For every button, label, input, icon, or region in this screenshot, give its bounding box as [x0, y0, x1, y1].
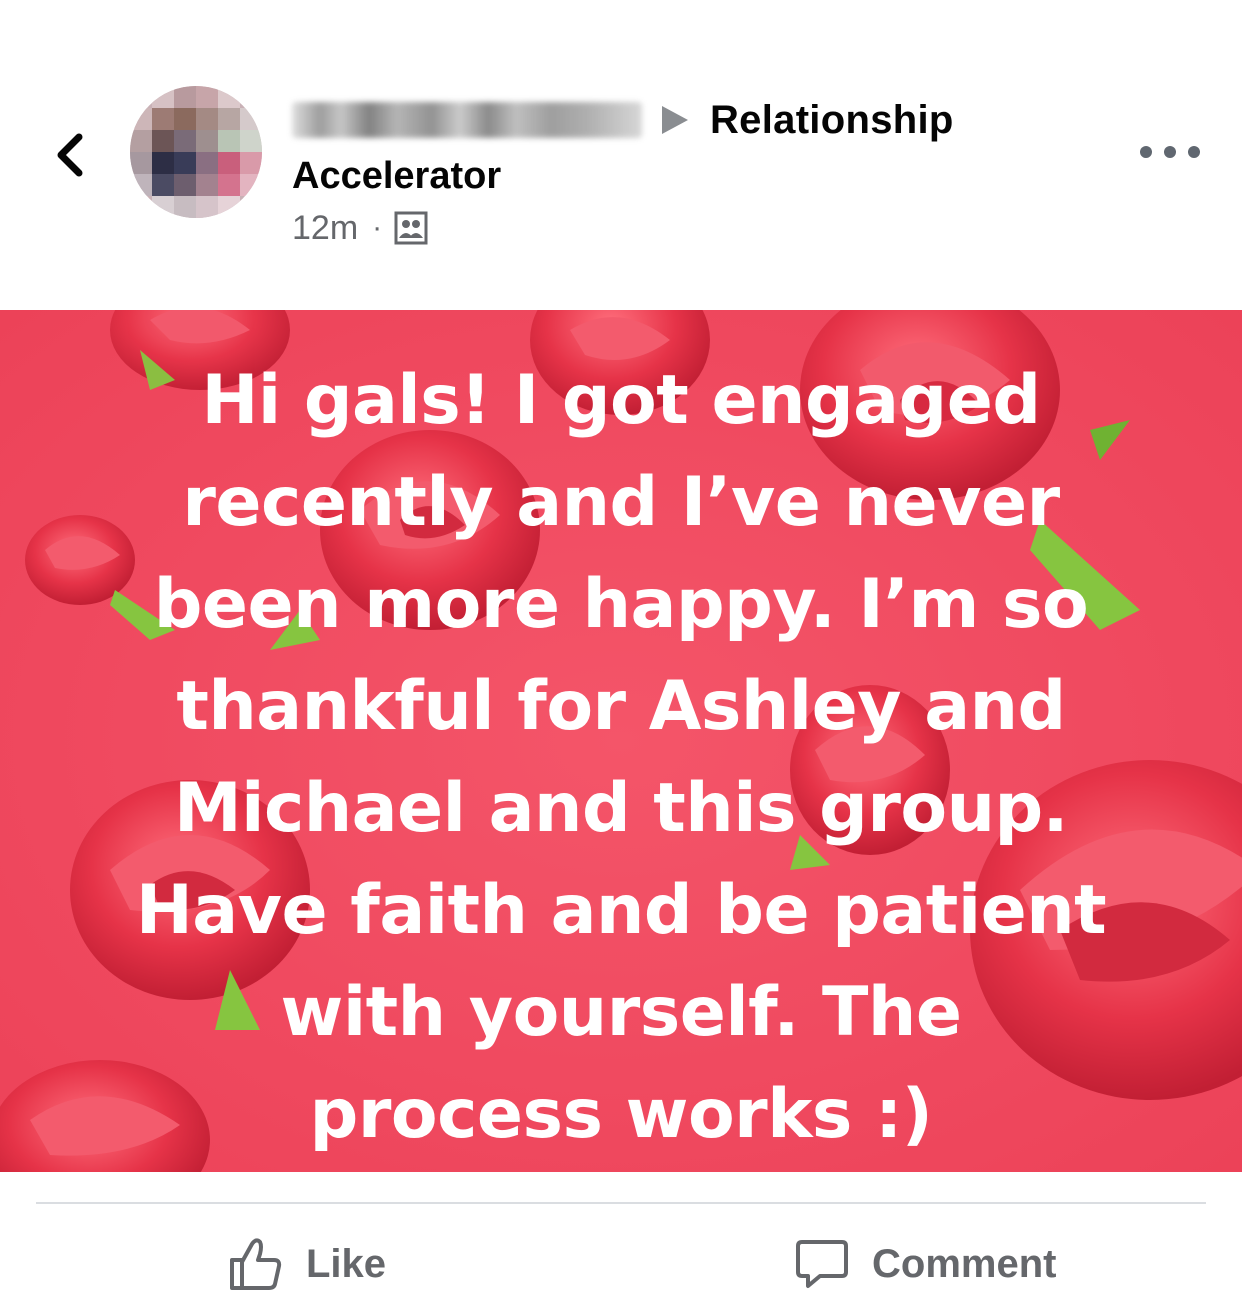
- back-button[interactable]: [40, 120, 100, 190]
- thumbs-up-icon: [228, 1236, 284, 1292]
- meta-separator: ·: [372, 211, 383, 244]
- comment-button[interactable]: Comment: [794, 1232, 1056, 1296]
- post-text-line: thankful for Ashley and: [176, 667, 1066, 746]
- more-dot: [1140, 146, 1152, 158]
- post-text: Hi gals! I got engaged recently and I’ve…: [0, 350, 1242, 1166]
- group-members-icon: [394, 211, 428, 245]
- post-text-line: been more happy. I’m so: [153, 565, 1089, 644]
- group-name-continued[interactable]: Accelerator: [292, 150, 501, 190]
- action-divider: [36, 1202, 1206, 1204]
- post-text-line: process works :): [309, 1075, 933, 1154]
- post-text-line: recently and I’ve never: [182, 463, 1060, 542]
- post-text-line: with yourself. The: [280, 973, 962, 1052]
- post-text-line: Michael and this group.: [173, 769, 1069, 848]
- author-avatar[interactable]: [130, 86, 262, 218]
- chevron-left-icon: [57, 133, 83, 177]
- more-options-button[interactable]: [1140, 132, 1200, 172]
- author-line: Relationship: [292, 96, 954, 144]
- more-dot: [1188, 146, 1200, 158]
- author-name-redacted[interactable]: [292, 102, 642, 138]
- post-meta: 12m ·: [292, 206, 428, 250]
- post-header: Relationship Accelerator 12m ·: [0, 0, 1242, 310]
- like-label: Like: [306, 1241, 387, 1286]
- post-text-line: Have faith and be patient: [135, 871, 1107, 950]
- group-name[interactable]: Relationship: [710, 98, 954, 143]
- comment-label: Comment: [872, 1241, 1057, 1286]
- post-image[interactable]: Hi gals! I got engaged recently and I’ve…: [0, 310, 1242, 1172]
- post-text-line: Hi gals! I got engaged: [201, 361, 1041, 440]
- post-timestamp[interactable]: 12m: [292, 209, 358, 248]
- like-button[interactable]: Like: [228, 1232, 386, 1296]
- caret-right-icon: [662, 106, 688, 134]
- speech-bubble-icon: [794, 1236, 850, 1292]
- more-dot: [1164, 146, 1176, 158]
